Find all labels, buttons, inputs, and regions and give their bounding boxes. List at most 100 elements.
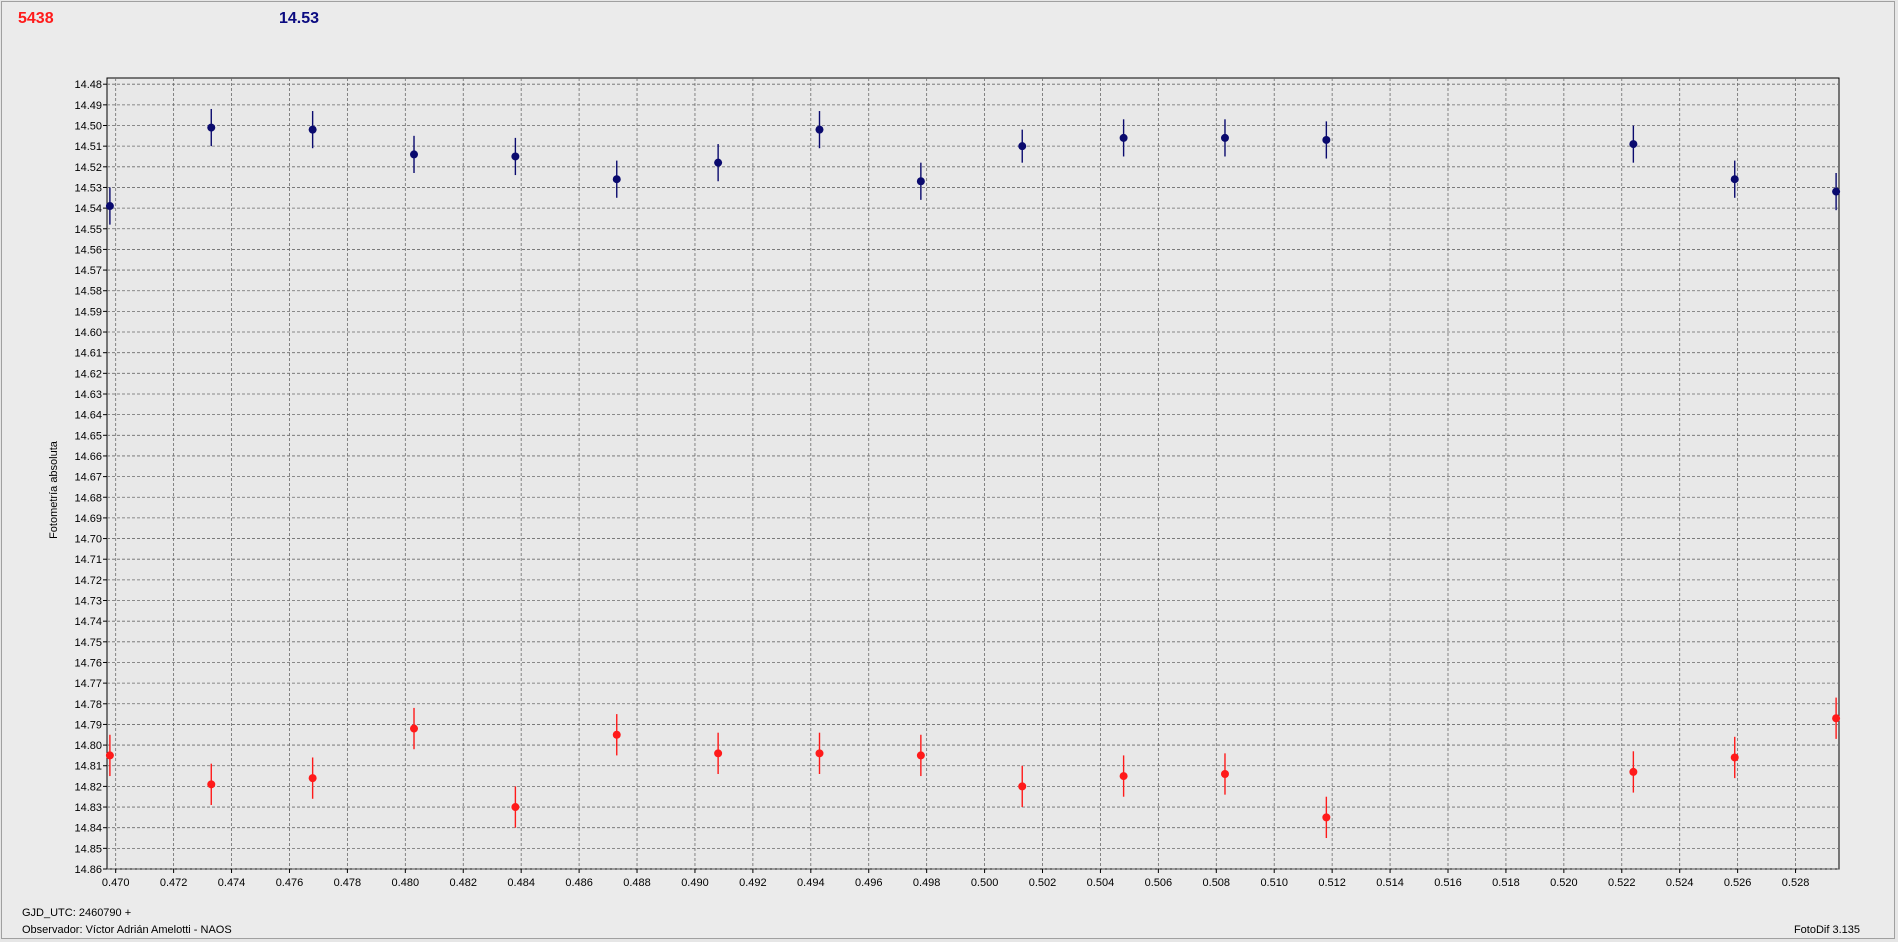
x-tick-label: 0.490 — [681, 877, 709, 889]
plot-frame — [106, 77, 1840, 870]
x-tick-label: 0.494 — [797, 877, 825, 889]
y-tick-label: 14.76 — [74, 657, 102, 669]
data-point — [1119, 772, 1128, 781]
x-tick-label: 0.498 — [913, 877, 941, 889]
y-tick-label: 14.85 — [74, 843, 102, 855]
y-tick-label: 14.52 — [74, 162, 102, 174]
data-point — [410, 150, 419, 159]
y-tick-label: 14.69 — [74, 513, 102, 525]
x-tick-label: 0.524 — [1666, 877, 1694, 889]
y-tick-label: 14.83 — [74, 802, 102, 814]
data-point — [916, 177, 925, 186]
x-tick-label: 0.470 — [102, 877, 130, 889]
x-tick-label: 0.516 — [1434, 877, 1462, 889]
x-tick-label: 0.496 — [855, 877, 883, 889]
y-tick-label: 14.74 — [74, 616, 102, 628]
data-point — [511, 803, 520, 812]
data-point — [308, 125, 317, 134]
footer-gjd: GJD_UTC: 2460790 + — [22, 907, 132, 919]
data-point — [207, 123, 216, 132]
y-tick-label: 14.55 — [74, 224, 102, 236]
data-point — [916, 751, 925, 760]
x-tick-label: 0.528 — [1782, 877, 1810, 889]
data-point — [815, 749, 824, 758]
x-tick-label: 0.508 — [1203, 877, 1231, 889]
y-tick-label: 14.73 — [74, 596, 102, 608]
data-point — [511, 152, 520, 161]
x-tick-label: 0.520 — [1550, 877, 1578, 889]
data-point — [1322, 135, 1331, 144]
data-point — [1018, 782, 1027, 791]
y-tick-label: 14.80 — [74, 740, 102, 752]
data-point — [1220, 769, 1229, 778]
y-tick-label: 14.61 — [74, 348, 102, 360]
data-point — [1730, 175, 1739, 184]
x-tick-label: 0.488 — [623, 877, 651, 889]
x-tick-label: 0.474 — [218, 877, 246, 889]
y-tick-label: 14.68 — [74, 492, 102, 504]
footer-version: FotoDif 3.135 — [1793, 924, 1860, 936]
y-tick-label: 14.65 — [74, 430, 102, 442]
x-tick-label: 0.480 — [392, 877, 420, 889]
y-tick-label: 14.77 — [74, 678, 102, 690]
data-point — [714, 158, 723, 167]
data-point — [1730, 753, 1739, 762]
x-tick-label: 0.478 — [334, 877, 362, 889]
chart-area: 14.48 14.49 14.50 14.51 14.52 14.53 14.54 14.55… — [48, 77, 1841, 889]
y-tick-label: 14.79 — [74, 719, 102, 731]
data-point — [1629, 767, 1638, 776]
y-tick-label: 14.54 — [74, 203, 102, 215]
x-tick-label: 0.472 — [160, 877, 188, 889]
x-tick-label: 0.526 — [1724, 877, 1752, 889]
y-tick-label: 14.75 — [74, 637, 102, 649]
data-point — [1832, 714, 1841, 723]
data-point — [1322, 813, 1331, 822]
x-tick-label: 0.504 — [1087, 877, 1115, 889]
x-tick-label: 0.506 — [1145, 877, 1173, 889]
x-tick-label: 0.486 — [565, 877, 593, 889]
x-tick-label: 0.512 — [1318, 877, 1346, 889]
data-point — [612, 175, 621, 184]
y-tick-label: 14.48 — [74, 79, 102, 91]
y-tick-label: 14.66 — [74, 451, 102, 463]
data-point — [1220, 133, 1229, 142]
x-tick-label: 0.482 — [449, 877, 477, 889]
data-point — [105, 202, 114, 211]
y-tick-label: 14.78 — [74, 699, 102, 711]
data-point — [612, 730, 621, 739]
data-point — [1018, 142, 1027, 151]
x-tick-label: 0.502 — [1029, 877, 1057, 889]
y-tick-label: 14.67 — [74, 472, 102, 484]
x-tick-label: 0.518 — [1492, 877, 1520, 889]
data-point — [1832, 187, 1841, 196]
y-tick-label: 14.84 — [74, 823, 102, 835]
x-tick-label: 0.476 — [276, 877, 304, 889]
y-tick-label: 14.72 — [74, 575, 102, 587]
y-tick-label: 14.53 — [74, 182, 102, 194]
data-point — [1629, 140, 1638, 149]
y-tick-label: 14.49 — [74, 100, 102, 112]
x-tick-label: 0.522 — [1608, 877, 1636, 889]
y-tick-label: 14.70 — [74, 534, 102, 546]
data-point — [410, 724, 419, 733]
x-tick-label: 0.514 — [1376, 877, 1404, 889]
data-point — [207, 780, 216, 789]
y-tick-label: 14.86 — [74, 864, 102, 876]
y-tick-label: 14.71 — [74, 554, 102, 566]
data-point — [714, 749, 723, 758]
y-tick-label: 14.57 — [74, 265, 102, 277]
y-tick-label: 14.63 — [74, 389, 102, 401]
y-tick-label: 14.56 — [74, 244, 102, 256]
data-point — [105, 751, 114, 760]
y-tick-label: 14.50 — [74, 121, 102, 133]
y-tick-label: 14.64 — [74, 410, 102, 422]
y-tick-label: 14.81 — [74, 761, 102, 773]
y-tick-label: 14.51 — [74, 141, 102, 153]
x-tick-label: 0.510 — [1260, 877, 1288, 889]
y-tick-label: 14.58 — [74, 286, 102, 298]
y-tick-label: 14.59 — [74, 306, 102, 318]
y-tick-label: 14.60 — [74, 327, 102, 339]
y-tick-label: 14.62 — [74, 368, 102, 380]
x-tick-label: 0.484 — [507, 877, 535, 889]
data-point — [1119, 133, 1128, 142]
